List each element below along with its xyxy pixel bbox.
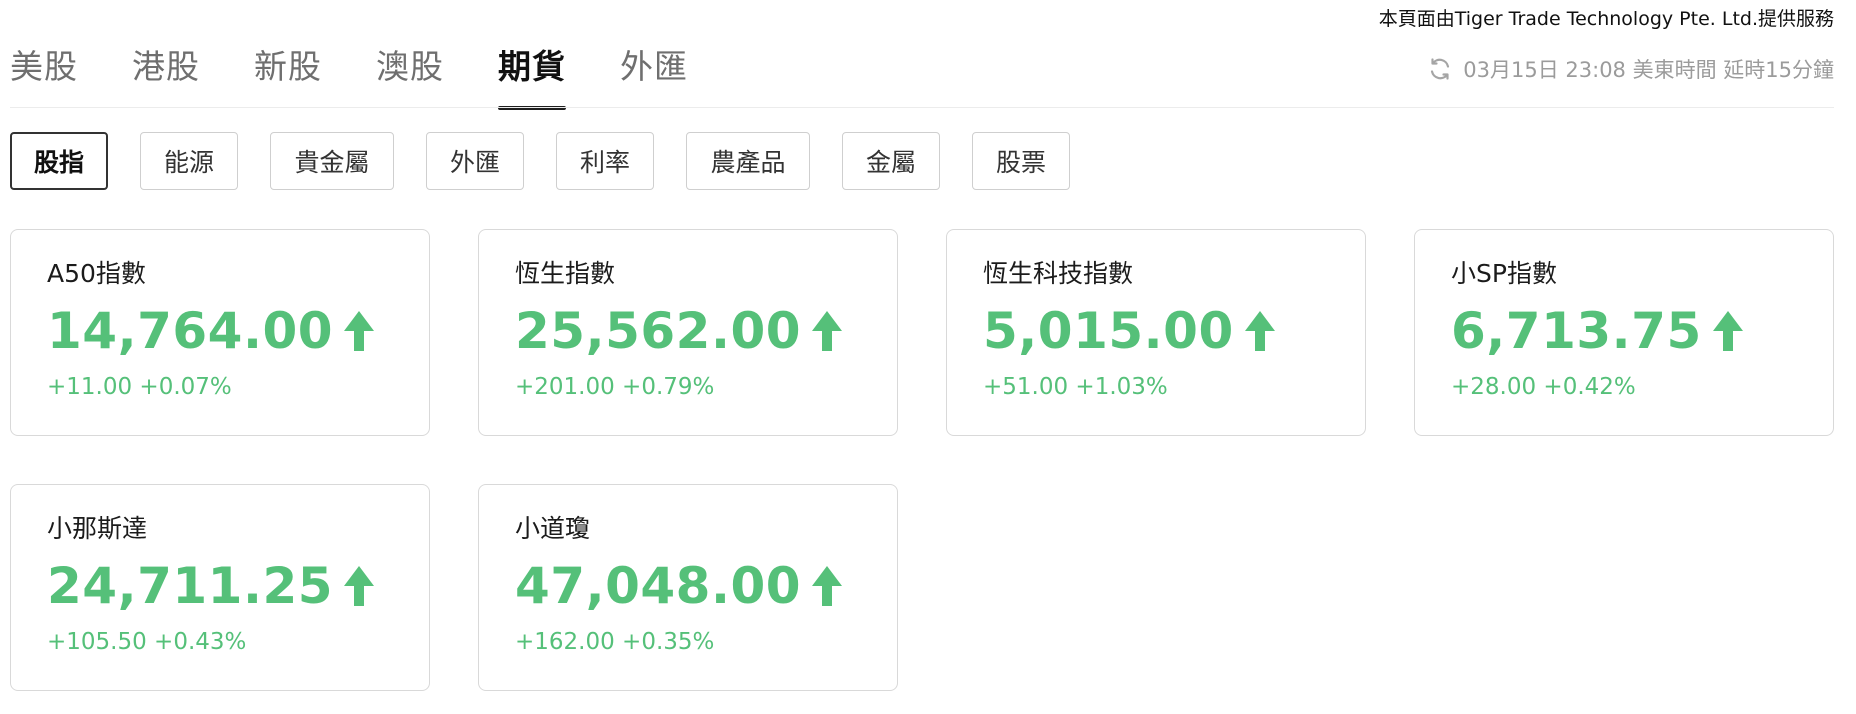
category-filter: 股指 能源 貴金屬 外匯 利率 農產品 金屬 股票 (10, 132, 1102, 190)
futures-card-mini-nasdaq[interactable]: 小那斯達 24,711.25 +105.50 +0.43% (10, 484, 430, 691)
up-arrow-icon (343, 309, 375, 353)
futures-name: A50指數 (47, 259, 146, 288)
price-row: 5,015.00 (983, 302, 1329, 360)
futures-price: 24,711.25 (47, 557, 334, 615)
price-row: 24,711.25 (47, 557, 393, 615)
futures-price: 25,562.00 (515, 302, 802, 360)
tab-futures[interactable]: 期貨 (498, 40, 566, 110)
futures-change: +162.00 +0.35% (515, 629, 715, 655)
category-chip-interest-rates[interactable]: 利率 (556, 132, 654, 190)
futures-price: 14,764.00 (47, 302, 334, 360)
price-row: 25,562.00 (515, 302, 861, 360)
category-chip-agriculture[interactable]: 農產品 (686, 132, 810, 190)
category-chip-forex[interactable]: 外匯 (426, 132, 524, 190)
futures-card-a50[interactable]: A50指數 14,764.00 +11.00 +0.07% (10, 229, 430, 436)
futures-name: 恆生科技指數 (983, 259, 1134, 288)
futures-card-grid: A50指數 14,764.00 +11.00 +0.07% 恆生指數 25,56… (10, 229, 1834, 691)
tab-forex[interactable]: 外匯 (620, 40, 688, 110)
futures-name: 恆生指數 (515, 259, 616, 288)
futures-name: 小那斯達 (47, 514, 148, 543)
futures-name: 小道瓊 (515, 514, 591, 543)
futures-change: +201.00 +0.79% (515, 374, 715, 400)
up-arrow-icon (811, 564, 843, 608)
futures-change: +105.50 +0.43% (47, 629, 247, 655)
category-chip-stocks[interactable]: 股票 (972, 132, 1070, 190)
price-row: 6,713.75 (1451, 302, 1797, 360)
tab-au-stocks[interactable]: 澳股 (376, 40, 444, 110)
futures-change: +28.00 +0.42% (1451, 374, 1636, 400)
update-time: 03月15日 23:08 美東時間 延時15分鐘 (1463, 58, 1834, 82)
tab-ipo[interactable]: 新股 (254, 40, 322, 110)
futures-change: +51.00 +1.03% (983, 374, 1168, 400)
tab-us-stocks[interactable]: 美股 (10, 40, 78, 110)
update-status: 03月15日 23:08 美東時間 延時15分鐘 (1427, 54, 1834, 84)
up-arrow-icon (1712, 309, 1744, 353)
service-attribution: 本頁面由Tiger Trade Technology Pte. Ltd.提供服務 (1378, 8, 1834, 30)
up-arrow-icon (1244, 309, 1276, 353)
category-chip-energy[interactable]: 能源 (140, 132, 238, 190)
tabs-divider (10, 107, 1834, 108)
market-tabs: 美股 港股 新股 澳股 期貨 外匯 (10, 40, 742, 110)
up-arrow-icon (343, 564, 375, 608)
futures-change: +11.00 +0.07% (47, 374, 232, 400)
up-arrow-icon (811, 309, 843, 353)
category-chip-precious-metals[interactable]: 貴金屬 (270, 132, 394, 190)
futures-price: 5,015.00 (983, 302, 1234, 360)
futures-card-hang-seng-tech[interactable]: 恆生科技指數 5,015.00 +51.00 +1.03% (946, 229, 1366, 436)
price-row: 14,764.00 (47, 302, 393, 360)
futures-card-mini-sp[interactable]: 小SP指數 6,713.75 +28.00 +0.42% (1414, 229, 1834, 436)
price-row: 47,048.00 (515, 557, 861, 615)
category-chip-index[interactable]: 股指 (10, 132, 108, 190)
futures-card-hang-seng[interactable]: 恆生指數 25,562.00 +201.00 +0.79% (478, 229, 898, 436)
futures-market-page: 本頁面由Tiger Trade Technology Pte. Ltd.提供服務… (0, 0, 1856, 714)
refresh-icon[interactable] (1427, 56, 1453, 82)
futures-card-mini-dow[interactable]: 小道瓊 47,048.00 +162.00 +0.35% (478, 484, 898, 691)
category-chip-metals[interactable]: 金屬 (842, 132, 940, 190)
futures-price: 47,048.00 (515, 557, 802, 615)
futures-name: 小SP指數 (1451, 259, 1557, 288)
tab-hk-stocks[interactable]: 港股 (132, 40, 200, 110)
futures-price: 6,713.75 (1451, 302, 1702, 360)
